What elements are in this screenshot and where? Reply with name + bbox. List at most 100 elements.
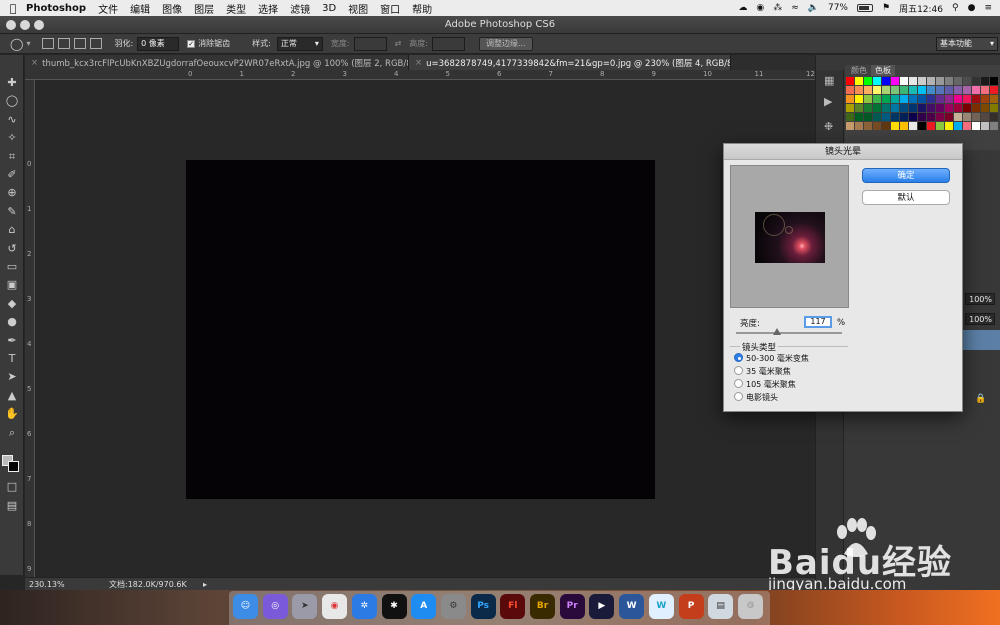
color-swatch[interactable] [891, 95, 899, 103]
history-panel-icon[interactable]: ▦ [824, 74, 834, 87]
default-button[interactable]: 默认 [862, 190, 950, 205]
wifi-icon[interactable]: ≈ [791, 3, 799, 13]
user-icon[interactable]: ● [968, 3, 976, 13]
color-swatch[interactable] [918, 104, 926, 112]
color-swatch[interactable] [963, 86, 971, 94]
brightness-input[interactable]: 117 [804, 316, 832, 328]
color-swatch[interactable] [981, 122, 989, 130]
color-swatch[interactable] [882, 86, 890, 94]
color-swatch[interactable] [981, 104, 989, 112]
close-tab-icon[interactable]: × [31, 58, 38, 68]
dock-icon-br[interactable]: Br [530, 594, 555, 619]
dock-icon-fl[interactable]: Fl [500, 594, 526, 619]
color-swatch[interactable] [927, 113, 935, 121]
color-swatch[interactable] [963, 113, 971, 121]
dodge-tool-icon[interactable]: ● [4, 314, 20, 330]
menu-window[interactable]: 窗口 [380, 1, 400, 16]
color-swatch[interactable] [855, 95, 863, 103]
refine-edge-button[interactable]: 调整边缘... [478, 36, 533, 51]
color-swatch[interactable] [945, 95, 953, 103]
color-swatch[interactable] [873, 113, 881, 121]
color-swatch[interactable] [945, 86, 953, 94]
dock-icon-launchpad[interactable]: ➤ [292, 594, 318, 619]
color-swatch[interactable] [954, 122, 962, 130]
color-swatch[interactable] [927, 95, 935, 103]
path-selection-tool-icon[interactable]: ➤ [4, 369, 20, 385]
color-swatch[interactable] [954, 104, 962, 112]
status-menu-arrow-icon[interactable]: ▸ [203, 580, 207, 589]
color-swatch[interactable] [891, 113, 899, 121]
lock-icon[interactable]: 🔒 [975, 394, 986, 404]
color-swatch[interactable] [981, 77, 989, 85]
lens-radio-35[interactable] [734, 366, 743, 375]
color-swatch[interactable] [963, 122, 971, 130]
dock-icon-pr[interactable]: Pr [559, 594, 585, 619]
color-swatch[interactable] [891, 86, 899, 94]
zoom-tool-icon[interactable]: ⌕ [4, 425, 20, 441]
color-swatch[interactable] [855, 104, 863, 112]
ok-button[interactable]: 确定 [862, 168, 950, 183]
color-swatch[interactable] [936, 86, 944, 94]
color-swatch[interactable] [864, 86, 872, 94]
new-selection-icon[interactable] [42, 38, 55, 49]
doc-tab-2[interactable]: × u=3682878749,4177339842&fm=21&gp=0.jpg… [409, 55, 731, 70]
menu-select[interactable]: 选择 [258, 1, 278, 16]
gradient-tool-icon[interactable]: ▣ [4, 277, 20, 293]
color-swatch[interactable] [909, 86, 917, 94]
dock-icon-safari[interactable]: ✲ [351, 594, 377, 619]
color-swatch[interactable] [900, 113, 908, 121]
color-swatch[interactable] [981, 113, 989, 121]
color-swatch[interactable] [936, 95, 944, 103]
opacity-field[interactable]: 100% [965, 293, 995, 305]
color-swatch[interactable] [954, 77, 962, 85]
color-swatch[interactable] [963, 104, 971, 112]
document-canvas[interactable] [186, 160, 655, 499]
color-swatch[interactable] [846, 104, 854, 112]
color-swatch[interactable] [990, 113, 998, 121]
menu-3d[interactable]: 3D [322, 3, 336, 14]
color-swatch[interactable] [954, 86, 962, 94]
color-swatch[interactable] [954, 95, 962, 103]
dock-icon-trash[interactable]: ♲ [737, 594, 763, 619]
color-swatch[interactable] [945, 104, 953, 112]
menu-type[interactable]: 类型 [226, 1, 246, 16]
color-swatch[interactable] [855, 113, 863, 121]
hand-tool-icon[interactable]: ✋ [4, 406, 20, 422]
color-swatch[interactable] [846, 95, 854, 103]
color-swatch[interactable] [873, 86, 881, 94]
dock-icon-quicktime[interactable]: ▶ [589, 594, 615, 619]
cloud-icon[interactable]: ☁ [738, 3, 747, 13]
menu-help[interactable]: 帮助 [412, 1, 432, 16]
color-swatch[interactable] [909, 122, 917, 130]
color-swatch[interactable] [909, 95, 917, 103]
swap-icon[interactable]: ⇄ [395, 39, 402, 48]
adjustments-panel-icon[interactable]: ❉ [824, 120, 833, 133]
clock[interactable]: 周五12:46 [899, 2, 943, 15]
color-swatch[interactable] [900, 77, 908, 85]
color-swatch[interactable] [900, 104, 908, 112]
menu-filter[interactable]: 滤镜 [290, 1, 310, 16]
menu-file[interactable]: 文件 [98, 1, 118, 16]
color-swatch[interactable] [963, 95, 971, 103]
color-swatch[interactable] [927, 122, 935, 130]
healing-brush-tool-icon[interactable]: ⊕ [4, 185, 20, 201]
dock-icon-ps[interactable]: Ps [470, 594, 496, 619]
type-tool-icon[interactable]: T [4, 351, 20, 367]
intersect-selection-icon[interactable] [90, 38, 103, 49]
color-swatch[interactable] [972, 77, 980, 85]
flare-preview-image[interactable] [755, 212, 825, 263]
color-swatch[interactable] [909, 113, 917, 121]
color-swatch[interactable] [882, 104, 890, 112]
dock-icon-system-preferences[interactable]: ⚙ [440, 594, 466, 619]
color-swatch[interactable] [918, 77, 926, 85]
color-swatch[interactable] [846, 122, 854, 130]
color-swatch[interactable] [882, 77, 890, 85]
zoom-level[interactable]: 230.13% [29, 580, 99, 589]
color-swatch[interactable] [864, 104, 872, 112]
subtract-selection-icon[interactable] [74, 38, 87, 49]
screen-mode-icon[interactable]: ▤ [4, 498, 20, 514]
color-swatch[interactable] [954, 113, 962, 121]
color-swatch[interactable] [846, 113, 854, 121]
dock-icon-preview[interactable]: ▤ [708, 594, 734, 619]
lens-radio-50-300[interactable] [734, 353, 743, 362]
